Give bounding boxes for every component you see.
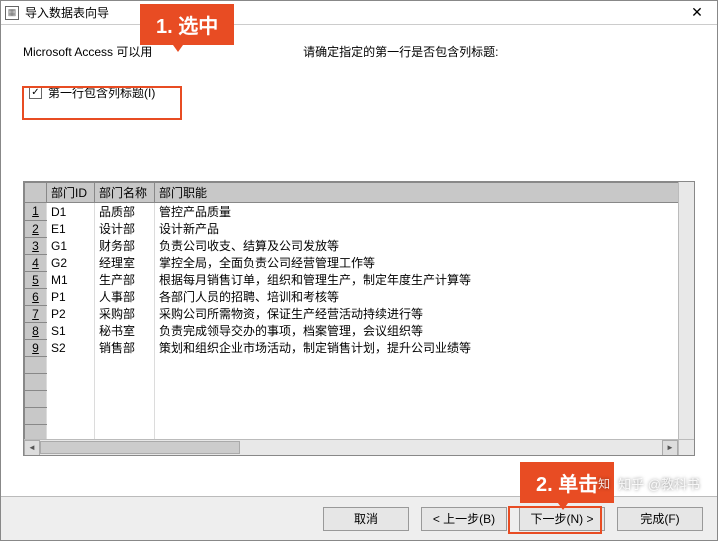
col-header-name[interactable]: 部门名称 (95, 183, 155, 203)
cancel-button[interactable]: 取消 (323, 507, 409, 531)
scroll-left-button[interactable]: ◄ (24, 440, 40, 456)
cell-id: G2 (47, 254, 95, 271)
cell-name: 设计部 (95, 220, 155, 237)
cell-func: 负责公司收支、结算及公司发放等 (155, 237, 694, 254)
row-number: 4 (25, 254, 47, 271)
cell-name: 经理室 (95, 254, 155, 271)
cell-id: D1 (47, 203, 95, 221)
col-header-id[interactable]: 部门ID (47, 183, 95, 203)
row-number: 6 (25, 288, 47, 305)
cell-name: 财务部 (95, 237, 155, 254)
table-row (25, 356, 694, 373)
row-number: 3 (25, 237, 47, 254)
first-row-header-checkbox-group[interactable]: ✓ 第一行包含列标题(I) (23, 84, 695, 101)
checkbox-icon[interactable]: ✓ (29, 86, 42, 99)
cell-name: 人事部 (95, 288, 155, 305)
cell-id: E1 (47, 220, 95, 237)
cell-name: 采购部 (95, 305, 155, 322)
title-bar: ▦ 导入数据表向导 ✕ (1, 1, 717, 25)
content-area: Microsoft Access 可以用 列标题作为表的字段名称。 请确定指定的… (1, 25, 717, 496)
table-row[interactable]: 7P2采购部采购公司所需物资，保证生产经营活动持续进行等 (25, 305, 694, 322)
row-number: 5 (25, 271, 47, 288)
row-number: 9 (25, 339, 47, 356)
preview-table-container: 部门ID 部门名称 部门职能 1D1品质部管控产品质量2E1设计部设计新产品3G… (23, 181, 695, 456)
cell-func: 设计新产品 (155, 220, 694, 237)
cell-name: 生产部 (95, 271, 155, 288)
close-button[interactable]: ✕ (681, 2, 713, 24)
desc-prefix: Microsoft Access 可以用 (23, 45, 152, 59)
cell-id: S2 (47, 339, 95, 356)
checkbox-label: 第一行包含列标题(I) (48, 84, 155, 101)
row-number: 7 (25, 305, 47, 322)
vertical-scrollbar[interactable] (678, 182, 694, 439)
table-row (25, 407, 694, 424)
finish-button[interactable]: 完成(F) (617, 507, 703, 531)
callout-2-arrow-icon (553, 496, 573, 510)
table-row[interactable]: 4G2经理室掌控全局，全面负责公司经营管理工作等 (25, 254, 694, 271)
scroll-thumb[interactable] (40, 441, 240, 454)
col-header-func[interactable]: 部门职能 (155, 183, 694, 203)
cell-func: 策划和组织企业市场活动，制定销售计划，提升公司业绩等 (155, 339, 694, 356)
scroll-track[interactable] (40, 440, 662, 456)
cell-id: S1 (47, 322, 95, 339)
cell-func: 负责完成领导交办的事项，档案管理，会议组织等 (155, 322, 694, 339)
watermark-text: 知乎 @教科书 (618, 474, 700, 493)
table-row[interactable]: 6P1人事部各部门人员的招聘、培训和考核等 (25, 288, 694, 305)
horizontal-scrollbar[interactable]: ◄ ► (24, 439, 678, 455)
cell-name: 品质部 (95, 203, 155, 221)
preview-table: 部门ID 部门名称 部门职能 1D1品质部管控产品质量2E1设计部设计新产品3G… (24, 182, 694, 442)
window-title: 导入数据表向导 (25, 4, 681, 21)
callout-1-arrow-icon (168, 38, 188, 52)
table-row[interactable]: 1D1品质部管控产品质量 (25, 203, 694, 221)
row-number: 2 (25, 220, 47, 237)
table-row[interactable]: 5M1生产部根据每月销售订单，组织和管理生产，制定年度生产计算等 (25, 271, 694, 288)
row-number: 1 (25, 203, 47, 221)
table-row (25, 373, 694, 390)
next-button[interactable]: 下一步(N) > (519, 507, 605, 531)
table-row[interactable]: 2E1设计部设计新产品 (25, 220, 694, 237)
cell-func: 管控产品质量 (155, 203, 694, 221)
table-row (25, 390, 694, 407)
import-wizard-dialog: ▦ 导入数据表向导 ✕ Microsoft Access 可以用 列标题作为表的… (0, 0, 718, 541)
description-text: Microsoft Access 可以用 列标题作为表的字段名称。 请确定指定的… (23, 43, 695, 60)
table-row[interactable]: 8S1秘书室负责完成领导交办的事项，档案管理，会议组织等 (25, 322, 694, 339)
cell-func: 根据每月销售订单，组织和管理生产，制定年度生产计算等 (155, 271, 694, 288)
desc-suffix: 请确定指定的第一行是否包含列标题: (303, 45, 498, 59)
app-icon: ▦ (5, 6, 19, 20)
col-header-corner (25, 183, 47, 203)
table-row[interactable]: 3G1财务部负责公司收支、结算及公司发放等 (25, 237, 694, 254)
back-button[interactable]: < 上一步(B) (421, 507, 507, 531)
cell-func: 采购公司所需物资，保证生产经营活动持续进行等 (155, 305, 694, 322)
cell-func: 各部门人员的招聘、培训和考核等 (155, 288, 694, 305)
scroll-right-button[interactable]: ► (662, 440, 678, 456)
zhihu-icon: 知 (596, 476, 612, 492)
cell-id: M1 (47, 271, 95, 288)
cell-name: 销售部 (95, 339, 155, 356)
watermark: 知 知乎 @教科书 (596, 474, 700, 493)
cell-name: 秘书室 (95, 322, 155, 339)
row-number: 8 (25, 322, 47, 339)
scrollbar-corner (678, 439, 694, 455)
cell-id: G1 (47, 237, 95, 254)
table-row[interactable]: 9S2销售部策划和组织企业市场活动，制定销售计划，提升公司业绩等 (25, 339, 694, 356)
cell-func: 掌控全局，全面负责公司经营管理工作等 (155, 254, 694, 271)
cell-id: P2 (47, 305, 95, 322)
cell-id: P1 (47, 288, 95, 305)
